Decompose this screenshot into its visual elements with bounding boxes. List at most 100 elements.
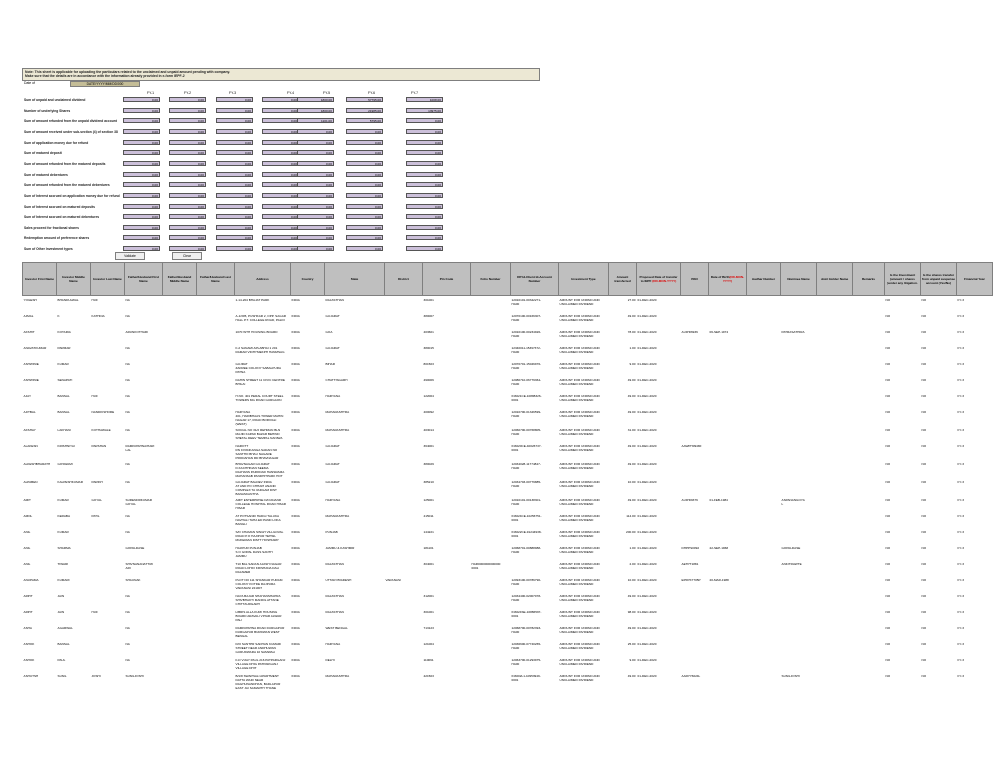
table-cell[interactable]	[423, 576, 471, 592]
table-cell[interactable]	[747, 528, 781, 544]
table-cell[interactable]: FY-3	[957, 528, 993, 544]
summary-value-cell[interactable]: 0.00	[169, 203, 206, 209]
table-cell[interactable]: NO	[921, 360, 957, 376]
table-cell[interactable]	[385, 296, 423, 313]
table-cell[interactable]	[471, 608, 511, 624]
summary-value-cell[interactable]: 0.00	[216, 139, 253, 145]
table-cell[interactable]: 304001	[423, 560, 471, 576]
table-cell[interactable]	[681, 392, 709, 408]
summary-value-cell[interactable]: 0.00	[169, 128, 206, 134]
table-cell[interactable]	[163, 426, 197, 442]
table-cell[interactable]: AMOUNT FOR UNPAID AND UNCLAIMED DIVIDEND	[559, 392, 609, 408]
table-cell[interactable]: 31.00	[609, 426, 637, 442]
summary-value-cell[interactable]: 0.00	[169, 150, 206, 156]
table-cell[interactable]: AMIT	[23, 496, 57, 512]
table-cell[interactable]: NANDKISHORE	[91, 408, 125, 426]
summary-value-cell[interactable]: 1008.00	[406, 97, 443, 102]
table-cell[interactable]	[385, 460, 423, 478]
table-cell[interactable]: KALPESHKUMAR	[57, 478, 91, 496]
table-cell[interactable]	[471, 656, 511, 672]
summary-value-cell[interactable]: 0.00	[123, 150, 160, 156]
clear-button[interactable]: Clear	[172, 252, 202, 260]
table-cell[interactable]	[817, 544, 853, 560]
table-cell[interactable]	[163, 512, 197, 528]
table-cell[interactable]	[747, 426, 781, 442]
table-cell[interactable]: KRISHNIYAI	[57, 442, 91, 460]
table-cell[interactable]: CHATTISGARH	[325, 376, 385, 392]
table-cell[interactable]: 122004	[423, 392, 471, 408]
table-cell[interactable]	[853, 478, 885, 496]
table-cell[interactable]	[853, 426, 885, 442]
table-cell[interactable]: FY-3	[957, 360, 993, 376]
table-cell[interactable]	[163, 672, 197, 690]
table-cell[interactable]	[471, 672, 511, 690]
table-cell[interactable]	[385, 328, 423, 344]
table-cell[interactable]: NO	[885, 656, 921, 672]
table-cell[interactable]: ASHOK	[23, 640, 57, 656]
table-cell[interactable]: NO	[921, 512, 957, 528]
table-cell[interactable]	[709, 560, 747, 576]
table-cell[interactable]: 421503	[423, 672, 471, 690]
table-cell[interactable]: LIBRIS ALLA KUMI HOUSING BOARD ARAVALI VI…	[235, 608, 291, 624]
table-cell[interactable]: NO	[885, 544, 921, 560]
table-cell[interactable]	[163, 528, 197, 544]
table-cell[interactable]	[385, 442, 423, 460]
table-cell[interactable]: DHPPS0092	[681, 544, 709, 560]
table-cell[interactable]: 12070100-00166307- HA00	[511, 312, 559, 328]
summary-value-cell[interactable]: 0.00	[346, 192, 383, 198]
table-cell[interactable]: INDIA	[291, 544, 325, 560]
table-cell[interactable]: 49.00	[609, 496, 637, 512]
table-cell[interactable]	[197, 376, 235, 392]
table-cell[interactable]: NO	[885, 478, 921, 496]
table-cell[interactable]: NO	[921, 640, 957, 656]
table-cell[interactable]: GUJARAT	[325, 460, 385, 478]
table-cell[interactable]: AUIPD9376	[681, 496, 709, 512]
summary-value-cell[interactable]: 0.00	[123, 160, 160, 166]
table-cell[interactable]: AKSHAY	[23, 426, 57, 442]
table-cell[interactable]: ANIL	[23, 544, 57, 560]
summary-value-cell[interactable]: 0.00	[216, 246, 253, 252]
table-cell[interactable]	[91, 360, 125, 376]
table-cell[interactable]	[197, 496, 235, 512]
summary-value-cell[interactable]: 0.00	[406, 192, 443, 198]
table-cell[interactable]: INDIA	[291, 528, 325, 544]
table-cell[interactable]	[163, 576, 197, 592]
table-cell[interactable]: FY-3	[957, 392, 993, 408]
table-cell[interactable]	[197, 478, 235, 496]
table-cell[interactable]: BANSAL	[57, 408, 91, 426]
table-cell[interactable]: NA	[125, 624, 163, 640]
table-cell[interactable]	[681, 426, 709, 442]
table-cell[interactable]: AMOL	[23, 512, 57, 528]
table-cell[interactable]: 110091	[423, 656, 471, 672]
summary-value-cell[interactable]: 0.00	[346, 182, 383, 188]
table-cell[interactable]: T10 BAL SADAN AJASH NAGAR ROAD LOHIO KRIS…	[235, 560, 291, 576]
table-cell[interactable]: NO	[921, 408, 957, 426]
table-cell[interactable]	[385, 656, 423, 672]
table-cell[interactable]: NO	[921, 478, 957, 496]
table-cell[interactable]: 12070701-15046976- HA00	[511, 360, 559, 376]
table-cell[interactable]: ALAKESN	[23, 442, 57, 460]
table-cell[interactable]	[681, 478, 709, 496]
table-cell[interactable]	[817, 392, 853, 408]
table-cell[interactable]: 301001	[423, 608, 471, 624]
table-cell[interactable]	[91, 560, 125, 576]
table-cell[interactable]	[709, 296, 747, 313]
summary-value-cell[interactable]: 0.00	[169, 160, 206, 166]
table-cell[interactable]: SHAUNAK	[125, 576, 163, 592]
summary-value-cell[interactable]: 0.00	[169, 182, 206, 188]
table-cell[interactable]: AMOUNT FOR UNPAID AND UNCLAIMED DIVIDEND	[559, 624, 609, 640]
table-cell[interactable]	[91, 624, 125, 640]
table-cell[interactable]: ASHA	[23, 624, 57, 640]
summary-value-cell[interactable]: 1800.00	[297, 107, 334, 113]
table-cell[interactable]: AJMAL	[23, 312, 57, 328]
table-cell[interactable]: NO	[885, 426, 921, 442]
table-cell[interactable]: FY-3	[957, 460, 993, 478]
table-cell[interactable]	[197, 344, 235, 360]
table-cell[interactable]: AMOUNT FOR UNPAID AND UNCLAIMED DIVIDEND	[559, 512, 609, 528]
summary-value-cell[interactable]: 0.00	[123, 171, 160, 177]
table-cell[interactable]: VARANASI	[385, 576, 423, 592]
summary-value-cell[interactable]: 0.00	[297, 171, 334, 177]
table-cell[interactable]: 01-DEC-2020	[637, 312, 681, 328]
table-cell[interactable]	[781, 442, 817, 460]
table-cell[interactable]: AETPT1881	[681, 560, 709, 576]
